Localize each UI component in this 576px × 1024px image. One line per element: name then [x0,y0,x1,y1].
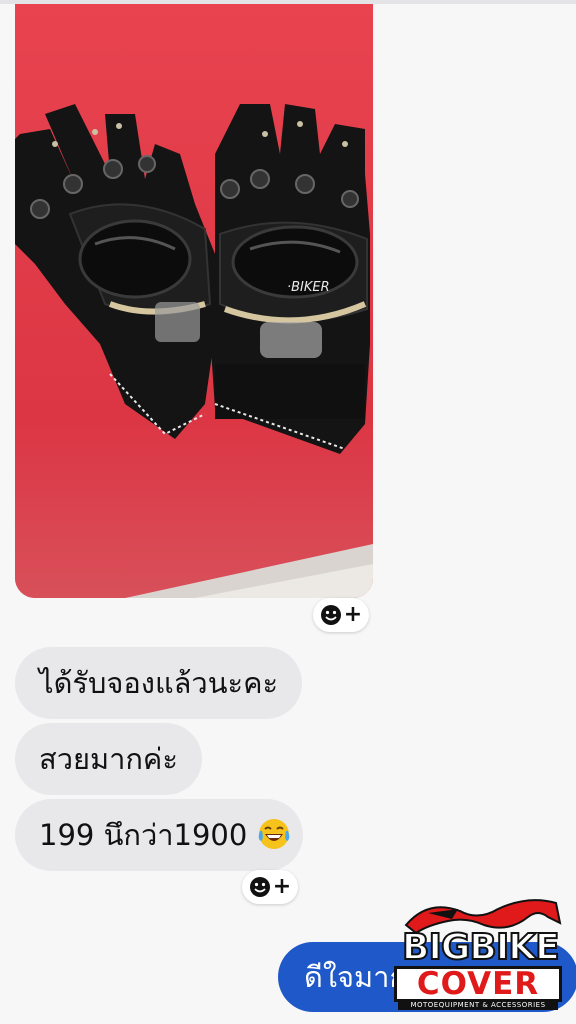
gloves-photo: ·BIKER [15,4,373,598]
incoming-message[interactable]: ได้รับจองแล้วนะคะ [15,647,303,719]
message-text: ได้รับจองแล้วนะคะ [39,666,279,700]
right-glove: ·BIKER [210,104,370,454]
incoming-message[interactable]: 199 นึกว่า1900 [15,799,303,871]
message-text: สวยมากค่ะ [39,742,178,776]
message-text: 199 นึกว่า1900 [39,818,248,852]
glove-brand-text: ·BIKER [287,280,330,295]
add-reaction-button[interactable]: + [313,598,369,632]
logo-line-1: BIGBIKE [401,927,561,969]
add-reaction-button[interactable]: + [242,870,298,904]
smiley-icon [249,877,270,897]
smiley-icon [320,605,341,625]
logo-line-2: COVER [394,966,562,1002]
incoming-message[interactable]: สวยมากค่ะ [15,723,202,795]
photo-message[interactable]: ·BIKER [15,4,373,598]
logo-tagline: MOTOEQUIPMENT & ACCESSORIES [398,1000,558,1010]
plus-icon: + [272,874,292,899]
tears-of-joy-emoji-icon [258,819,289,849]
bigbike-cover-logo: BIGBIKE COVER MOTOEQUIPMENT & ACCESSORIE… [388,895,568,1013]
plus-icon: + [343,602,363,627]
